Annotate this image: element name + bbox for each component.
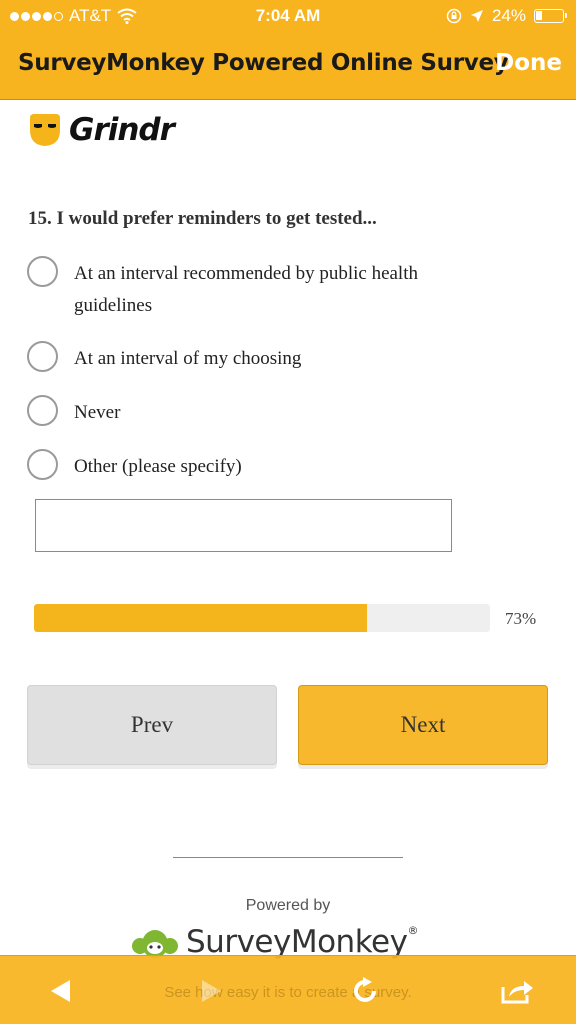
battery-icon	[534, 9, 567, 23]
option-label: At an interval of my choosing	[74, 348, 302, 369]
progress-percent: 73%	[505, 609, 537, 628]
nav-title: SurveyMonkey Powered Online Survey	[18, 50, 509, 76]
option-label: At an interval recommended by public hea…	[74, 263, 418, 316]
prev-button[interactable]: Prev	[27, 685, 277, 765]
progress-fill	[34, 604, 367, 632]
grindr-logo: Grindr	[27, 112, 175, 148]
option-other[interactable]: Other (please specify)	[27, 449, 494, 483]
reload-button[interactable]	[345, 974, 385, 1008]
grindr-wordmark: Grindr	[69, 112, 175, 148]
option-recommended-interval[interactable]: At an interval recommended by public hea…	[27, 256, 494, 322]
radio-button[interactable]	[27, 395, 58, 426]
option-never[interactable]: Never	[27, 395, 494, 429]
progress-bar	[34, 604, 490, 632]
back-button[interactable]	[40, 974, 80, 1008]
forward-button[interactable]	[192, 974, 232, 1008]
share-button[interactable]	[497, 974, 537, 1008]
share-icon	[501, 981, 533, 1004]
other-specify-input[interactable]	[35, 499, 452, 552]
radio-button[interactable]	[27, 449, 58, 480]
toolbar-ghost-text: See how easy it is to create a survey.	[164, 984, 412, 1001]
nav-bar: SurveyMonkey Powered Online Survey Done	[0, 40, 576, 90]
question-title: 15. I would prefer reminders to get test…	[28, 208, 377, 229]
option-label: Other (please specify)	[74, 456, 242, 477]
powered-by-label: Powered by	[245, 897, 331, 914]
location-arrow-icon	[470, 10, 483, 22]
option-my-choosing[interactable]: At an interval of my choosing	[27, 341, 494, 375]
battery-level	[536, 11, 542, 20]
battery-percent: 24%	[491, 6, 526, 25]
browser-toolbar: See how easy it is to create a survey.	[0, 955, 576, 1024]
lock-rotation-icon	[446, 8, 462, 24]
done-button[interactable]: Done	[495, 50, 562, 76]
radio-button[interactable]	[27, 256, 58, 287]
option-label: Never	[74, 402, 121, 423]
top-bar: AT&T 7:04 AM 24% SurveyMonkey Powered On…	[0, 0, 576, 100]
radio-button[interactable]	[27, 341, 58, 372]
next-button[interactable]: Next	[298, 685, 548, 765]
grindr-mask-icon	[30, 114, 60, 146]
registered-mark: ®	[407, 924, 418, 937]
footer-divider	[173, 857, 403, 858]
status-bar: AT&T 7:04 AM 24%	[0, 0, 576, 34]
reload-icon	[354, 977, 376, 1002]
forward-arrow-icon	[202, 980, 221, 1002]
back-arrow-icon	[51, 980, 70, 1002]
status-right: 24%	[446, 6, 567, 26]
